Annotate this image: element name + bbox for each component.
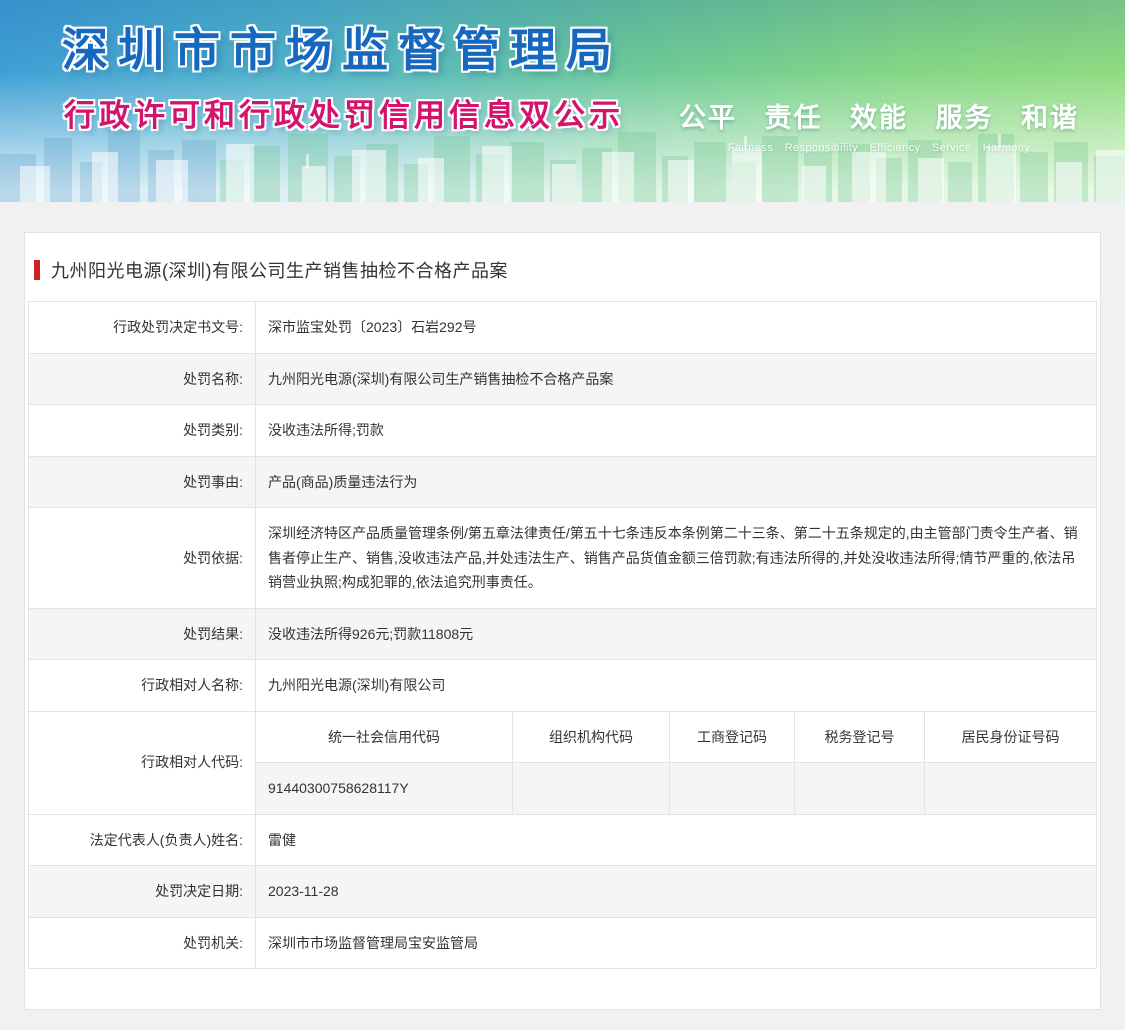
table-row: 处罚名称: 九州阳光电源(深圳)有限公司生产销售抽检不合格产品案 — [29, 353, 1097, 405]
table-row: 处罚事由: 产品(商品)质量违法行为 — [29, 456, 1097, 508]
row-label: 处罚机关: — [29, 917, 256, 969]
row-label: 处罚结果: — [29, 608, 256, 660]
row-value: 没收违法所得;罚款 — [256, 405, 1097, 457]
row-value: 九州阳光电源(深圳)有限公司 — [256, 660, 1097, 712]
code-value — [513, 763, 670, 815]
table-row: 行政处罚决定书文号: 深市监宝处罚〔2023〕石岩292号 — [29, 302, 1097, 354]
code-column-header: 工商登记码 — [670, 711, 795, 763]
code-column-header: 税务登记号 — [795, 711, 925, 763]
row-value: 产品(商品)质量违法行为 — [256, 456, 1097, 508]
code-column-header: 居民身份证号码 — [925, 711, 1097, 763]
row-value: 雷健 — [256, 814, 1097, 866]
row-value: 九州阳光电源(深圳)有限公司生产销售抽检不合格产品案 — [256, 353, 1097, 405]
table-row: 处罚结果: 没收违法所得926元;罚款11808元 — [29, 608, 1097, 660]
table-row: 处罚机关: 深圳市市场监督管理局宝安监管局 — [29, 917, 1097, 969]
row-value: 深市监宝处罚〔2023〕石岩292号 — [256, 302, 1097, 354]
code-value — [670, 763, 795, 815]
row-value: 2023-11-28 — [256, 866, 1097, 918]
code-column-header: 统一社会信用代码 — [256, 711, 513, 763]
row-label: 处罚类别: — [29, 405, 256, 457]
row-label: 处罚事由: — [29, 456, 256, 508]
code-value — [795, 763, 925, 815]
row-label: 处罚决定日期: — [29, 866, 256, 918]
red-accent-bar — [34, 260, 40, 280]
code-value — [925, 763, 1097, 815]
page-title: 九州阳光电源(深圳)有限公司生产销售抽检不合格产品案 — [51, 257, 508, 283]
site-banner: 深圳市市场监督管理局 行政许可和行政处罚信用信息双公示 公平 责任 效能 服务 … — [0, 0, 1125, 202]
table-row: 处罚类别: 没收违法所得;罚款 — [29, 405, 1097, 457]
code-column-header: 组织机构代码 — [513, 711, 670, 763]
row-label: 行政相对人名称: — [29, 660, 256, 712]
penalty-info-table: 行政处罚决定书文号: 深市监宝处罚〔2023〕石岩292号 处罚名称: 九州阳光… — [28, 301, 1097, 969]
row-value: 深圳经济特区产品质量管理条例/第五章法律责任/第五十七条违反本条例第二十三条、第… — [256, 508, 1097, 609]
content-card: 九州阳光电源(深圳)有限公司生产销售抽检不合格产品案 行政处罚决定书文号: 深市… — [24, 232, 1101, 1010]
row-label: 行政相对人代码: — [29, 711, 256, 814]
table-row: 处罚决定日期: 2023-11-28 — [29, 866, 1097, 918]
case-title-block: 九州阳光电源(深圳)有限公司生产销售抽检不合格产品案 — [28, 249, 1097, 301]
row-label: 处罚依据: — [29, 508, 256, 609]
credit-code-value: 91440300758628117Y — [256, 763, 513, 815]
row-value: 深圳市市场监督管理局宝安监管局 — [256, 917, 1097, 969]
party-code-header-row: 行政相对人代码: 统一社会信用代码 组织机构代码 工商登记码 税务登记号 居民身… — [29, 711, 1097, 763]
row-label: 行政处罚决定书文号: — [29, 302, 256, 354]
row-value: 没收违法所得926元;罚款11808元 — [256, 608, 1097, 660]
banner-slogan: 公平 责任 效能 服务 和谐 Fairness Responsibility E… — [679, 96, 1079, 154]
table-row: 处罚依据: 深圳经济特区产品质量管理条例/第五章法律责任/第五十七条违反本条例第… — [29, 508, 1097, 609]
slogan-english: Fairness Responsibility Efficiency Servi… — [679, 142, 1079, 154]
table-row: 法定代表人(负责人)姓名: 雷健 — [29, 814, 1097, 866]
banner-subtitle: 行政许可和行政处罚信用信息双公示 — [64, 90, 624, 135]
slogan-chinese: 公平 责任 效能 服务 和谐 — [679, 96, 1079, 135]
row-label: 法定代表人(负责人)姓名: — [29, 814, 256, 866]
table-row: 行政相对人名称: 九州阳光电源(深圳)有限公司 — [29, 660, 1097, 712]
site-title: 深圳市市场监督管理局 — [62, 14, 622, 80]
row-label: 处罚名称: — [29, 353, 256, 405]
